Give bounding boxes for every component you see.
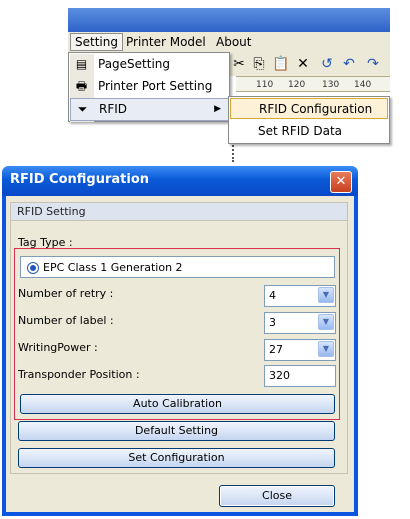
- menu-item-label: Printer Port Setting: [98, 79, 213, 93]
- redo-icon[interactable]: ↷: [364, 55, 382, 73]
- menu-item-printer-port-setting[interactable]: 🖶 Printer Port Setting: [70, 76, 228, 97]
- rfid-filter-icon: ⏷: [77, 102, 88, 116]
- close-icon[interactable]: ✕: [330, 171, 352, 193]
- label-count-label: Number of label :: [18, 314, 114, 327]
- app-title-bar: [68, 8, 390, 32]
- submenu-item-rfid-configuration[interactable]: RFID Configuration: [230, 98, 388, 119]
- tag-type-radio[interactable]: [27, 262, 39, 274]
- delete-icon[interactable]: ✕: [294, 55, 312, 73]
- writing-power-select[interactable]: 27 ▼: [264, 339, 336, 361]
- paste-icon[interactable]: 📋: [272, 55, 290, 73]
- label-count-select[interactable]: 3 ▼: [264, 312, 336, 334]
- rfid-submenu: RFID Configuration Set RFID Data: [228, 96, 390, 144]
- setting-dropdown-menu: ▤ PageSetting 🖶 Printer Port Setting ⏷ R…: [68, 52, 230, 122]
- retry-value: 4: [269, 289, 276, 302]
- default-setting-button[interactable]: Default Setting: [18, 421, 335, 441]
- dialog-title: RFID Configuration: [10, 172, 150, 187]
- auto-calibration-button[interactable]: Auto Calibration: [20, 394, 335, 414]
- group-header: RFID Setting: [11, 203, 347, 221]
- transponder-position-value: 320: [269, 369, 290, 382]
- close-button[interactable]: Close: [219, 485, 335, 507]
- undo-icon[interactable]: ↺: [318, 55, 336, 73]
- menu-item-label: PageSetting: [98, 57, 171, 71]
- menu-item-label: RFID: [99, 102, 128, 116]
- ruler-tick: 110: [256, 80, 274, 90]
- group-title: RFID Setting: [17, 205, 86, 218]
- retry-select[interactable]: 4 ▼: [264, 285, 336, 307]
- writing-power-value: 27: [269, 343, 283, 356]
- cut-icon[interactable]: ✂: [230, 55, 248, 73]
- menu-setting[interactable]: Setting: [70, 33, 123, 51]
- ruler-tick: 120: [288, 80, 306, 90]
- transponder-position-label: Transponder Position :: [18, 368, 140, 381]
- writing-power-label: WritingPower :: [18, 341, 98, 354]
- menu-item-page-setting[interactable]: ▤ PageSetting: [70, 54, 228, 75]
- printer-icon: 🖶: [75, 79, 88, 93]
- dialog-title-bar[interactable]: RFID Configuration ✕: [2, 166, 358, 196]
- retry-label: Number of retry :: [18, 287, 114, 300]
- chevron-down-icon[interactable]: ▼: [318, 287, 334, 303]
- menu-bar: Setting Printer Model About: [68, 32, 390, 52]
- ruler-tick: 140: [354, 80, 372, 90]
- transponder-position-input[interactable]: 320: [264, 365, 336, 387]
- menu-item-rfid[interactable]: ⏷ RFID ▶: [70, 98, 230, 121]
- ruler-tick: 130: [322, 80, 340, 90]
- toolbar: ✂ ⎘ 📋 ✕ ↺ ↶ ↷: [228, 52, 390, 76]
- page-setting-icon: ▤: [75, 57, 88, 71]
- submenu-item-set-rfid-data[interactable]: Set RFID Data: [230, 121, 388, 142]
- ruler-guide-line: [232, 142, 234, 162]
- label-count-value: 3: [269, 316, 276, 329]
- tag-type-value: EPC Class 1 Generation 2: [43, 261, 183, 274]
- tag-type-field[interactable]: EPC Class 1 Generation 2: [20, 256, 335, 278]
- copy-icon[interactable]: ⎘: [250, 55, 268, 73]
- set-configuration-button[interactable]: Set Configuration: [18, 448, 335, 468]
- submenu-arrow-icon: ▶: [214, 104, 221, 114]
- menu-printer-model[interactable]: Printer Model: [122, 34, 210, 50]
- chevron-down-icon[interactable]: ▼: [318, 341, 334, 357]
- ruler: 110 120 130 140: [236, 76, 390, 92]
- chevron-down-icon[interactable]: ▼: [318, 314, 334, 330]
- undo-step-icon[interactable]: ↶: [340, 55, 358, 73]
- menu-about[interactable]: About: [212, 34, 255, 50]
